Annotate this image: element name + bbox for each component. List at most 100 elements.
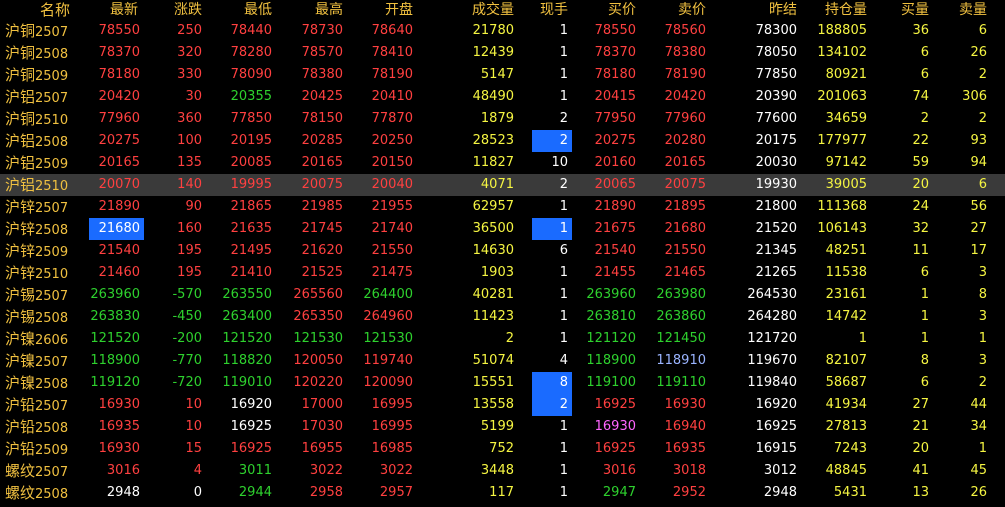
header-bid-volume[interactable]: 买量 xyxy=(901,0,929,20)
cell-askv: 45 xyxy=(970,463,987,478)
contract-name[interactable]: 沪铝2510 xyxy=(5,174,68,196)
quote-row[interactable]: 沪锡2508 263830 -450 263400 265350 264960 11423 1… xyxy=(0,306,1005,328)
quote-row[interactable]: 沪锌2510 21460 195 21410 21525 21475 1903 1 21455 2… xyxy=(0,262,1005,284)
cell-vol: 28523 xyxy=(472,133,514,148)
cell-prev: 20390 xyxy=(755,89,797,104)
contract-name[interactable]: 沪铅2509 xyxy=(5,438,68,460)
quote-row[interactable]: 沪铜2510 77960 360 77850 78150 77870 1879 2 77950 7… xyxy=(0,108,1005,130)
cell-vol: 12439 xyxy=(472,45,514,60)
cell-oi: 11538 xyxy=(825,265,867,280)
cell-chg: 0 xyxy=(193,485,202,500)
header-volume[interactable]: 成交量 xyxy=(472,0,514,20)
contract-name[interactable]: 沪镍2606 xyxy=(5,328,68,350)
contract-name[interactable]: 沪铅2508 xyxy=(5,416,68,438)
cell-chg: 30 xyxy=(185,89,202,104)
cell-high: 20165 xyxy=(301,155,343,170)
cell-low: 78280 xyxy=(230,45,272,60)
header-last[interactable]: 最新 xyxy=(110,0,138,20)
contract-name[interactable]: 沪锌2508 xyxy=(5,218,68,240)
contract-name[interactable]: 沪铝2507 xyxy=(5,86,68,108)
cell-hand: 1 xyxy=(559,309,568,324)
quote-row[interactable]: 沪铝2510 20070 140 19995 20075 20040 4071 2 20065 2… xyxy=(0,174,1005,196)
contract-name[interactable]: 沪铅2507 xyxy=(5,394,68,416)
quote-row[interactable]: 沪锌2509 21540 195 21495 21620 21550 14630 6 21540… xyxy=(0,240,1005,262)
contract-name[interactable]: 沪镍2508 xyxy=(5,372,68,394)
product-name: 沪镍 xyxy=(5,352,36,370)
contract-name[interactable]: 沪锌2510 xyxy=(5,262,68,284)
cell-low: 21495 xyxy=(230,243,272,258)
contract-name[interactable]: 沪铜2509 xyxy=(5,64,68,86)
contract-name[interactable]: 沪锡2507 xyxy=(5,284,68,306)
cell-ask: 16940 xyxy=(664,419,706,434)
cell-oi: 1 xyxy=(858,331,867,346)
quote-row[interactable]: 沪锌2508 21680 160 21635 21745 21740 36500 1 21675… xyxy=(0,218,1005,240)
contract-name[interactable]: 沪铜2507 xyxy=(5,20,68,42)
cell-bid: 16925 xyxy=(594,397,636,412)
contract-name[interactable]: 螺纹2507 xyxy=(5,460,68,482)
quote-row[interactable]: 沪铜2509 78180 330 78090 78380 78190 5147 1 78180 7… xyxy=(0,64,1005,86)
cell-hand: 1 xyxy=(559,287,568,302)
contract-name[interactable]: 沪铜2510 xyxy=(5,108,68,130)
header-ask-volume[interactable]: 卖量 xyxy=(959,0,987,20)
product-name: 螺纹 xyxy=(5,484,36,502)
quote-row[interactable]: 沪锌2507 21890 90 21865 21985 21955 62957 1 21890 2… xyxy=(0,196,1005,218)
cell-hand: 6 xyxy=(559,243,568,258)
quote-row[interactable]: 沪铅2508 16935 10 16925 17030 16995 5199 1 16930 16… xyxy=(0,416,1005,438)
cell-chg: 160 xyxy=(177,221,202,236)
header-high[interactable]: 最高 xyxy=(315,0,343,20)
cell-chg: -720 xyxy=(172,375,202,390)
cell-open: 21550 xyxy=(371,243,413,258)
quote-row[interactable]: 沪铜2508 78370 320 78280 78570 78410 12439 1 78370… xyxy=(0,42,1005,64)
quote-rows: 沪铜2507 78550 250 78440 78730 78640 21780 1 78550… xyxy=(0,20,1005,504)
cell-open: 119740 xyxy=(363,353,413,368)
cell-last: 263960 xyxy=(90,287,140,302)
cell-prev: 2948 xyxy=(763,485,797,500)
cell-hand: 1 xyxy=(559,463,568,478)
quote-row[interactable]: 沪镍2508 119120 -720 119010 120220 120090 15551 8… xyxy=(0,372,1005,394)
header-open-interest[interactable]: 持仓量 xyxy=(825,0,867,20)
header-name[interactable]: 名称 xyxy=(40,0,70,20)
header-low[interactable]: 最低 xyxy=(244,0,272,20)
cell-bid: 2947 xyxy=(602,485,636,500)
cell-bidv: 11 xyxy=(912,243,929,258)
header-open[interactable]: 开盘 xyxy=(385,0,413,20)
contract-name[interactable]: 沪锌2509 xyxy=(5,240,68,262)
header-bid[interactable]: 买价 xyxy=(608,0,636,20)
quote-row[interactable]: 沪镍2606 121520 -200 121520 121530 121530 2 1 1211… xyxy=(0,328,1005,350)
contract-name[interactable]: 沪镍2507 xyxy=(5,350,68,372)
cell-bid: 20160 xyxy=(594,155,636,170)
cell-bidv: 22 xyxy=(912,133,929,148)
contract-name[interactable]: 沪锡2508 xyxy=(5,306,68,328)
cell-open: 21740 xyxy=(371,221,413,236)
contract-name[interactable]: 沪铜2508 xyxy=(5,42,68,64)
cell-bidv: 8 xyxy=(920,353,929,368)
header-prev-settle[interactable]: 昨结 xyxy=(769,0,797,20)
contract-name[interactable]: 沪铝2509 xyxy=(5,152,68,174)
cell-vol: 51074 xyxy=(472,353,514,368)
cell-hand: 1 xyxy=(559,441,568,456)
quote-row[interactable]: 沪铝2508 20275 100 20195 20285 20250 28523 2 20275… xyxy=(0,130,1005,152)
quote-row[interactable]: 螺纹2508 2948 0 2944 2958 2957 117 1 2947 2952 2948 5… xyxy=(0,482,1005,504)
cell-last: 20165 xyxy=(98,155,140,170)
header-ask[interactable]: 卖价 xyxy=(678,0,706,20)
quote-row[interactable]: 沪铜2507 78550 250 78440 78730 78640 21780 1 78550… xyxy=(0,20,1005,42)
cell-open: 78640 xyxy=(371,23,413,38)
quote-row[interactable]: 螺纹2507 3016 4 3011 3022 3022 3448 1 3016 3018 3012… xyxy=(0,460,1005,482)
quote-row[interactable]: 沪铅2507 16930 10 16920 17000 16995 13558 2 16925 1… xyxy=(0,394,1005,416)
contract-name[interactable]: 螺纹2508 xyxy=(5,482,68,504)
quote-row[interactable]: 沪铅2509 16930 15 16925 16955 16985 752 1 16925 169… xyxy=(0,438,1005,460)
quote-row[interactable]: 沪镍2507 118900 -770 118820 120050 119740 51074 4… xyxy=(0,350,1005,372)
cell-open: 264960 xyxy=(363,309,413,324)
header-change[interactable]: 涨跌 xyxy=(174,0,202,20)
quote-row[interactable]: 沪锡2507 263960 -570 263550 265560 264400 40281 1… xyxy=(0,284,1005,306)
product-name: 沪铝 xyxy=(5,132,36,150)
cell-last: 263830 xyxy=(90,309,140,324)
quote-row[interactable]: 沪铝2509 20165 135 20085 20165 20150 11827 10 2016… xyxy=(0,152,1005,174)
contract-name[interactable]: 沪铝2508 xyxy=(5,130,68,152)
header-last-hand[interactable]: 现手 xyxy=(540,0,568,20)
cell-prev: 77600 xyxy=(755,111,797,126)
contract-name[interactable]: 沪锌2507 xyxy=(5,196,68,218)
quote-row[interactable]: 沪铝2507 20420 30 20355 20425 20410 48490 1 20415 2… xyxy=(0,86,1005,108)
cell-vol: 15551 xyxy=(472,375,514,390)
cell-bid: 118900 xyxy=(586,353,636,368)
